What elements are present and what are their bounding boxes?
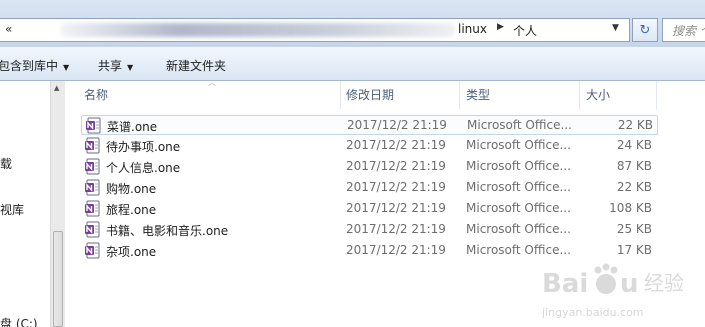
file-size: 87 KB — [616, 159, 652, 173]
chevron-down-icon: ▼ — [63, 63, 70, 72]
share-label: 共享 — [98, 59, 123, 73]
file-name: 购物.one — [106, 182, 157, 196]
file-date: 2017/12/2 21:19 — [346, 243, 446, 257]
onenote-file-icon — [84, 137, 101, 154]
address-dropdown-icon[interactable]: ▼ — [612, 23, 619, 33]
onenote-file-icon — [84, 242, 101, 259]
baidu-watermark-logo: Bai u 经验 jingyan.baidu.com — [541, 263, 684, 319]
scroll-up-icon[interactable]: ▲ — [54, 84, 59, 92]
scrollbar-thumb[interactable] — [53, 231, 63, 327]
file-name: 个人信息.one — [106, 161, 181, 175]
column-header-name[interactable]: 名称 — [84, 86, 108, 103]
nav-item-downloads[interactable]: 载 — [0, 155, 12, 172]
chevron-down-icon: ▼ — [127, 63, 134, 72]
svg-text:Bai: Bai — [542, 269, 588, 299]
file-name: 杂项.one — [106, 245, 157, 259]
search-input[interactable]: 搜索 个人 — [662, 18, 705, 42]
svg-text:jingyan.baidu.com: jingyan.baidu.com — [541, 306, 644, 319]
command-bar: 包含到库中 ▼ 共享 ▼ 新建文件夹 — [0, 47, 705, 81]
file-date: 2017/12/2 21:19 — [346, 138, 446, 152]
file-size: 24 KB — [616, 138, 652, 152]
file-date: 2017/12/2 21:19 — [346, 159, 446, 173]
refresh-button[interactable]: ↻ — [632, 18, 658, 42]
address-field[interactable]: « linux ▶ 个人 ▼ — [0, 18, 630, 42]
column-divider[interactable] — [459, 81, 460, 109]
svg-text:u: u — [620, 269, 639, 299]
file-size: 17 KB — [616, 243, 652, 257]
file-row[interactable]: 旅程.one 2017/12/2 21:19 Microsoft Office...… — [81, 199, 658, 219]
file-type: Microsoft Office... — [466, 159, 571, 173]
column-divider[interactable] — [579, 81, 580, 109]
file-date: 2017/12/2 21:19 — [347, 118, 447, 132]
column-header-date[interactable]: 修改日期 — [346, 86, 394, 103]
file-type: Microsoft Office... — [466, 243, 571, 257]
file-name: 待办事项.one — [106, 140, 181, 154]
onenote-file-icon — [84, 200, 101, 217]
new-folder-label: 新建文件夹 — [166, 59, 227, 73]
share-button[interactable]: 共享 ▼ — [98, 57, 133, 74]
file-name: 旅程.one — [106, 203, 157, 217]
file-date: 2017/12/2 21:19 — [346, 222, 446, 236]
file-size: 108 KB — [609, 201, 652, 215]
file-date: 2017/12/2 21:19 — [346, 180, 446, 194]
file-type: Microsoft Office... — [466, 201, 571, 215]
file-type: Microsoft Office... — [466, 180, 571, 194]
onenote-file-icon — [85, 117, 102, 134]
file-row[interactable]: 菜谱.one 2017/12/2 21:19 Microsoft Office...… — [81, 115, 658, 135]
nav-scrollbar[interactable]: ▲ — [50, 81, 65, 327]
column-divider[interactable] — [656, 81, 657, 109]
include-in-library-label: 包含到库中 — [0, 59, 59, 73]
file-size: 22 KB — [616, 180, 652, 194]
onenote-file-icon — [84, 158, 101, 175]
refresh-icon: ↻ — [639, 22, 651, 38]
address-bar-region: « linux ▶ 个人 ▼ ↻ 搜索 个人 — [0, 0, 705, 47]
new-folder-button[interactable]: 新建文件夹 — [166, 57, 226, 74]
nav-item-drive-c[interactable]: 盘 (C:) — [0, 315, 38, 327]
onenote-file-icon — [84, 179, 101, 196]
onenote-file-icon — [84, 221, 101, 238]
breadcrumb-current[interactable]: 个人 — [513, 22, 537, 39]
nav-item-video-library[interactable]: 视库 — [0, 201, 24, 218]
address-back-glyph[interactable]: « — [5, 22, 12, 36]
breadcrumb-separator[interactable]: ▶ — [497, 22, 504, 32]
include-in-library-button[interactable]: 包含到库中 ▼ — [0, 57, 69, 74]
file-row[interactable]: 购物.one 2017/12/2 21:19 Microsoft Office...… — [81, 178, 658, 198]
column-header-type[interactable]: 类型 — [466, 86, 490, 103]
svg-text:经验: 经验 — [644, 271, 684, 295]
file-row[interactable]: 书籍、电影和音乐.one 2017/12/2 21:19 Microsoft Off… — [81, 220, 658, 240]
file-type: Microsoft Office... — [467, 118, 572, 132]
column-divider[interactable] — [340, 81, 341, 109]
breadcrumb-linux[interactable]: linux — [458, 22, 487, 36]
file-row[interactable]: 待办事项.one 2017/12/2 21:19 Microsoft Office.… — [81, 136, 658, 156]
sort-ascending-icon: ︿ — [208, 78, 216, 87]
file-name: 书籍、电影和音乐.one — [106, 224, 229, 238]
file-date: 2017/12/2 21:19 — [346, 201, 446, 215]
blurred-path — [60, 23, 455, 37]
file-size: 22 KB — [617, 118, 653, 132]
file-size: 25 KB — [616, 222, 652, 236]
column-header-size[interactable]: 大小 — [586, 86, 610, 103]
file-type: Microsoft Office... — [466, 222, 571, 236]
file-type: Microsoft Office... — [466, 138, 571, 152]
file-row[interactable]: 个人信息.one 2017/12/2 21:19 Microsoft Office.… — [81, 157, 658, 177]
file-name: 菜谱.one — [107, 120, 158, 134]
